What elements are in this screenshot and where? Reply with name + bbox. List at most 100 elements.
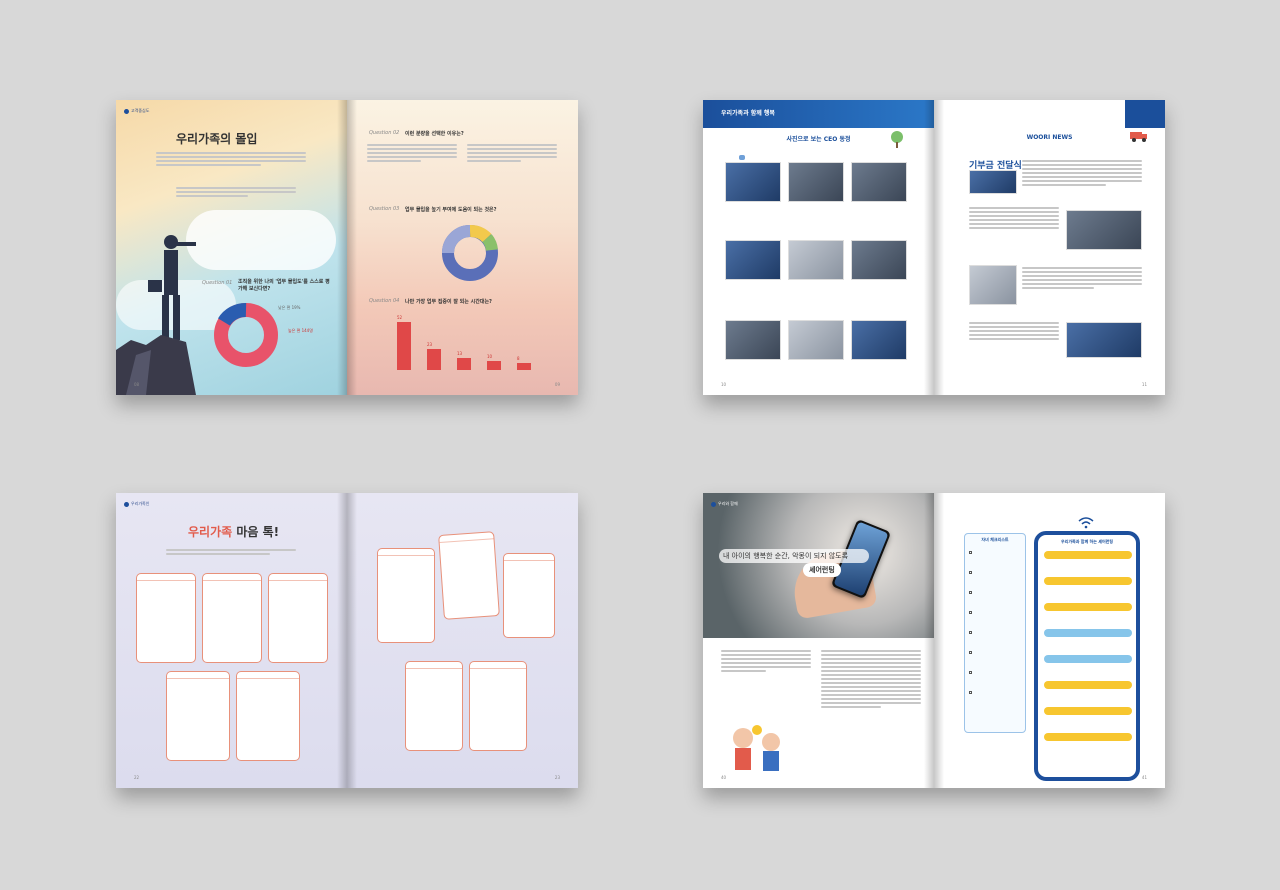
brand-logo-icon [711, 501, 716, 507]
spread1-right-page: Question 02 이런 분량을 선택한 이유는? Question 03 … [347, 100, 578, 395]
q04-bar [427, 348, 441, 370]
message-card [503, 553, 555, 638]
q04-bar-chart: 52 23 13 10 8 [387, 310, 547, 370]
checklist-item[interactable] [969, 570, 1023, 582]
checkbox-icon[interactable] [969, 551, 972, 554]
spread1-left-page: 고객중심도 우리가족의 몰입 Question 01 조직을 위한 나의 '업무… [116, 100, 347, 395]
spread3-brand-label: 우리가족인 [131, 501, 150, 506]
page-number: 09 [554, 382, 560, 387]
q03-donut-chart [442, 225, 498, 281]
spread4-left-page: 우리와 함께 내 아이의 행복한 순간, 악몽이 되지 않도록 셰어런팅 40 [703, 493, 934, 788]
checkbox-icon[interactable] [969, 631, 972, 634]
q02-text: 이런 분량을 선택한 이유는? [405, 131, 464, 137]
spread1-brand-label: 고객중심도 [131, 108, 150, 113]
page-number: 22 [134, 775, 140, 780]
q04-bar [397, 322, 411, 370]
q04-bar-label: 8 [517, 355, 520, 361]
checkbox-icon[interactable] [969, 651, 972, 654]
tree-icon [891, 131, 903, 148]
q04-bar-label: 10 [487, 353, 493, 359]
message-card [136, 573, 196, 663]
page-number: 23 [554, 775, 560, 780]
brand-logo-icon [124, 501, 129, 507]
message-card [166, 671, 230, 761]
ceo-photo [725, 240, 781, 280]
spread1-title: 우리가족의 몰입 [176, 132, 258, 146]
spread4-text-block [721, 648, 811, 674]
message-card [268, 573, 328, 663]
checklist-item[interactable] [969, 550, 1023, 562]
q04-bar-label: 23 [427, 341, 433, 347]
ceo-photo [851, 240, 907, 280]
q04-bar [457, 358, 471, 370]
wifi-icon [1078, 517, 1094, 529]
message-card [236, 671, 300, 761]
chat-bubble [1044, 681, 1132, 689]
message-card [469, 661, 527, 751]
ceo-photo [788, 240, 844, 280]
q03-text: 업무 몰입을 높기 부여에 도움이 되는 것은? [405, 207, 497, 213]
news-photo [1066, 210, 1142, 250]
donut-low-label: 높은 편 144명 [288, 328, 313, 333]
checklist-title: 자녀 체크리스트 [981, 537, 1009, 542]
news-text-block [969, 320, 1059, 342]
q02-left-column [367, 142, 457, 164]
message-card [405, 661, 463, 751]
mobile-frame: 우리가족과 함께 하는 셰어런팅 [1034, 531, 1140, 781]
ceo-photo [725, 162, 781, 202]
mobile-title: 우리가족과 함께 하는 셰어런팅 [1060, 539, 1114, 544]
ceo-photo [788, 162, 844, 202]
chat-bubble [1044, 629, 1132, 637]
q04-label: Question 04 [369, 298, 400, 304]
spread3-left-page: 우리가족인 우리가족 마음 톡! 22 [116, 493, 347, 788]
spread3-brand: 우리가족인 [124, 501, 149, 507]
ceo-photo [725, 320, 781, 360]
checkbox-icon[interactable] [969, 691, 972, 694]
checklist-item[interactable] [969, 650, 1023, 662]
message-card [377, 548, 435, 643]
spread1-subtext [176, 185, 296, 199]
news-text-block [1022, 158, 1142, 188]
spread3-title: 우리가족 마음 톡! [188, 523, 279, 540]
q04-bar [487, 360, 501, 370]
spread3-title-dark: 마음 톡! [236, 525, 280, 539]
chat-bubble [1044, 707, 1132, 715]
checkbox-icon[interactable] [969, 611, 972, 614]
news-text-block [969, 205, 1059, 231]
spread4-text-block [821, 648, 921, 710]
spread2-header-corner [1125, 100, 1165, 128]
spread2-right-page: WOORI NEWS 기부금 전달식 11 [934, 100, 1165, 395]
checkbox-icon[interactable] [969, 571, 972, 574]
spread4-brand-label: 우리와 함께 [718, 501, 738, 506]
page-number: 11 [1141, 382, 1147, 387]
checklist-item[interactable] [969, 690, 1023, 702]
spread2-brand: 우리가족과 함께 행복 [721, 110, 775, 117]
checklist-item[interactable] [969, 630, 1023, 642]
spread4-right-page: 자녀 체크리스트 우리가족과 함께 하는 셰어런팅 41 [934, 493, 1165, 788]
date-tag [739, 155, 745, 160]
checklist-item[interactable] [969, 590, 1023, 602]
q04-bar-label: 13 [457, 351, 463, 357]
cloud-decoration [186, 210, 336, 270]
chat-bubble [1044, 733, 1132, 741]
checklist-item[interactable] [969, 670, 1023, 682]
magazine-spread-1: 고객중심도 우리가족의 몰입 Question 01 조직을 위한 나의 '업무… [116, 100, 578, 395]
checkbox-icon[interactable] [969, 671, 972, 674]
q01-label: Question 01 [202, 280, 233, 286]
checklist-item[interactable] [969, 610, 1023, 622]
cliff-decoration [116, 335, 196, 395]
news-photo [1066, 322, 1142, 358]
message-card [202, 573, 262, 663]
ceo-photo [788, 320, 844, 360]
spread3-right-page: 23 [347, 493, 578, 788]
q04-bar-label: 52 [397, 315, 403, 321]
spread1-brand: 고객중심도 [124, 108, 149, 114]
chat-bubble [1044, 551, 1132, 559]
page-number: 10 [721, 382, 727, 387]
checkbox-icon[interactable] [969, 591, 972, 594]
magazine-spread-4: 우리와 함께 내 아이의 행복한 순간, 악몽이 되지 않도록 셰어런팅 40 … [703, 493, 1165, 788]
spread4-tag: 셰어런팅 [803, 563, 841, 577]
q04-text: 나만 가장 업무 집중이 잘 되는 시간대는? [405, 299, 492, 305]
chat-bubble [1044, 655, 1132, 663]
spread3-intro [166, 547, 296, 557]
